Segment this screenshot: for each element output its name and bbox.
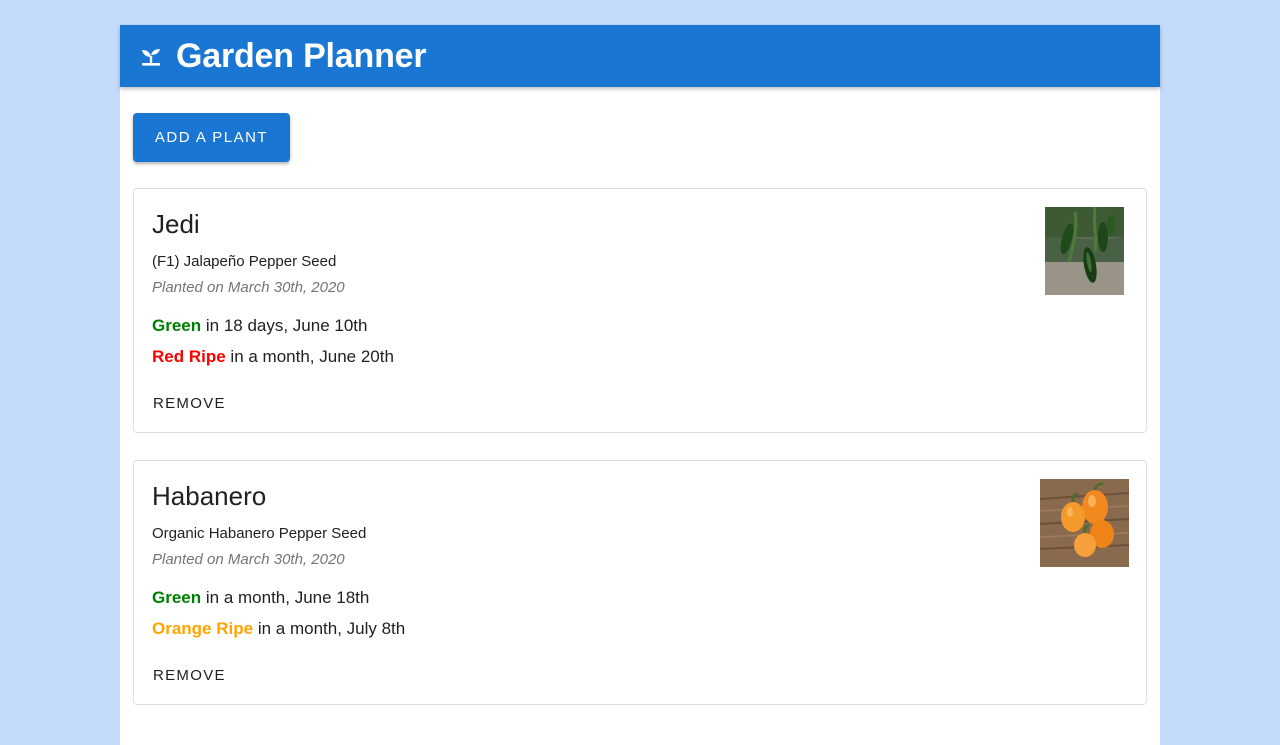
plant-name: Jedi — [152, 209, 200, 239]
jalapeno-photo — [1045, 207, 1124, 295]
plant-card: Habanero Organic Habanero Pepper Seed Pl… — [133, 460, 1147, 705]
remove-button[interactable]: REMOVE — [145, 661, 234, 690]
planted-date: Planted on March 30th, 2020 — [152, 551, 345, 568]
app-bar: Garden Planner — [120, 25, 1160, 87]
plant-variety: (F1) Jalapeño Pepper Seed — [152, 253, 337, 270]
add-plant-button[interactable]: ADD A PLANT — [133, 113, 290, 162]
stage-green: Green in a month, June 18th — [152, 588, 369, 608]
remove-button[interactable]: REMOVE — [145, 389, 234, 418]
stage-green: Green in 18 days, June 10th — [152, 316, 367, 336]
stage-label: Red Ripe — [152, 347, 226, 366]
sprout-icon — [138, 43, 164, 69]
stage-ripe: Orange Ripe in a month, July 8th — [152, 619, 405, 639]
plant-name: Habanero — [152, 481, 267, 511]
app-title: Garden Planner — [176, 36, 427, 75]
stage-label: Orange Ripe — [152, 619, 254, 638]
stage-ripe: Red Ripe in a month, June 20th — [152, 347, 394, 367]
stage-when: in a month, June 20th — [225, 347, 394, 366]
stage-when: in a month, July 8th — [253, 619, 406, 638]
stage-label: Green — [152, 588, 202, 607]
habanero-photo — [1040, 479, 1129, 567]
stage-when: in a month, June 18th — [201, 588, 370, 607]
stage-label: Green — [152, 316, 202, 335]
stage-when: in 18 days, June 10th — [201, 316, 368, 335]
planted-date: Planted on March 30th, 2020 — [152, 279, 345, 296]
app-container: Garden Planner ADD A PLANT Jedi (F1) Jal… — [120, 25, 1160, 745]
plant-variety: Organic Habanero Pepper Seed — [152, 525, 367, 542]
plant-card: Jedi (F1) Jalapeño Pepper Seed Planted o… — [133, 188, 1147, 433]
